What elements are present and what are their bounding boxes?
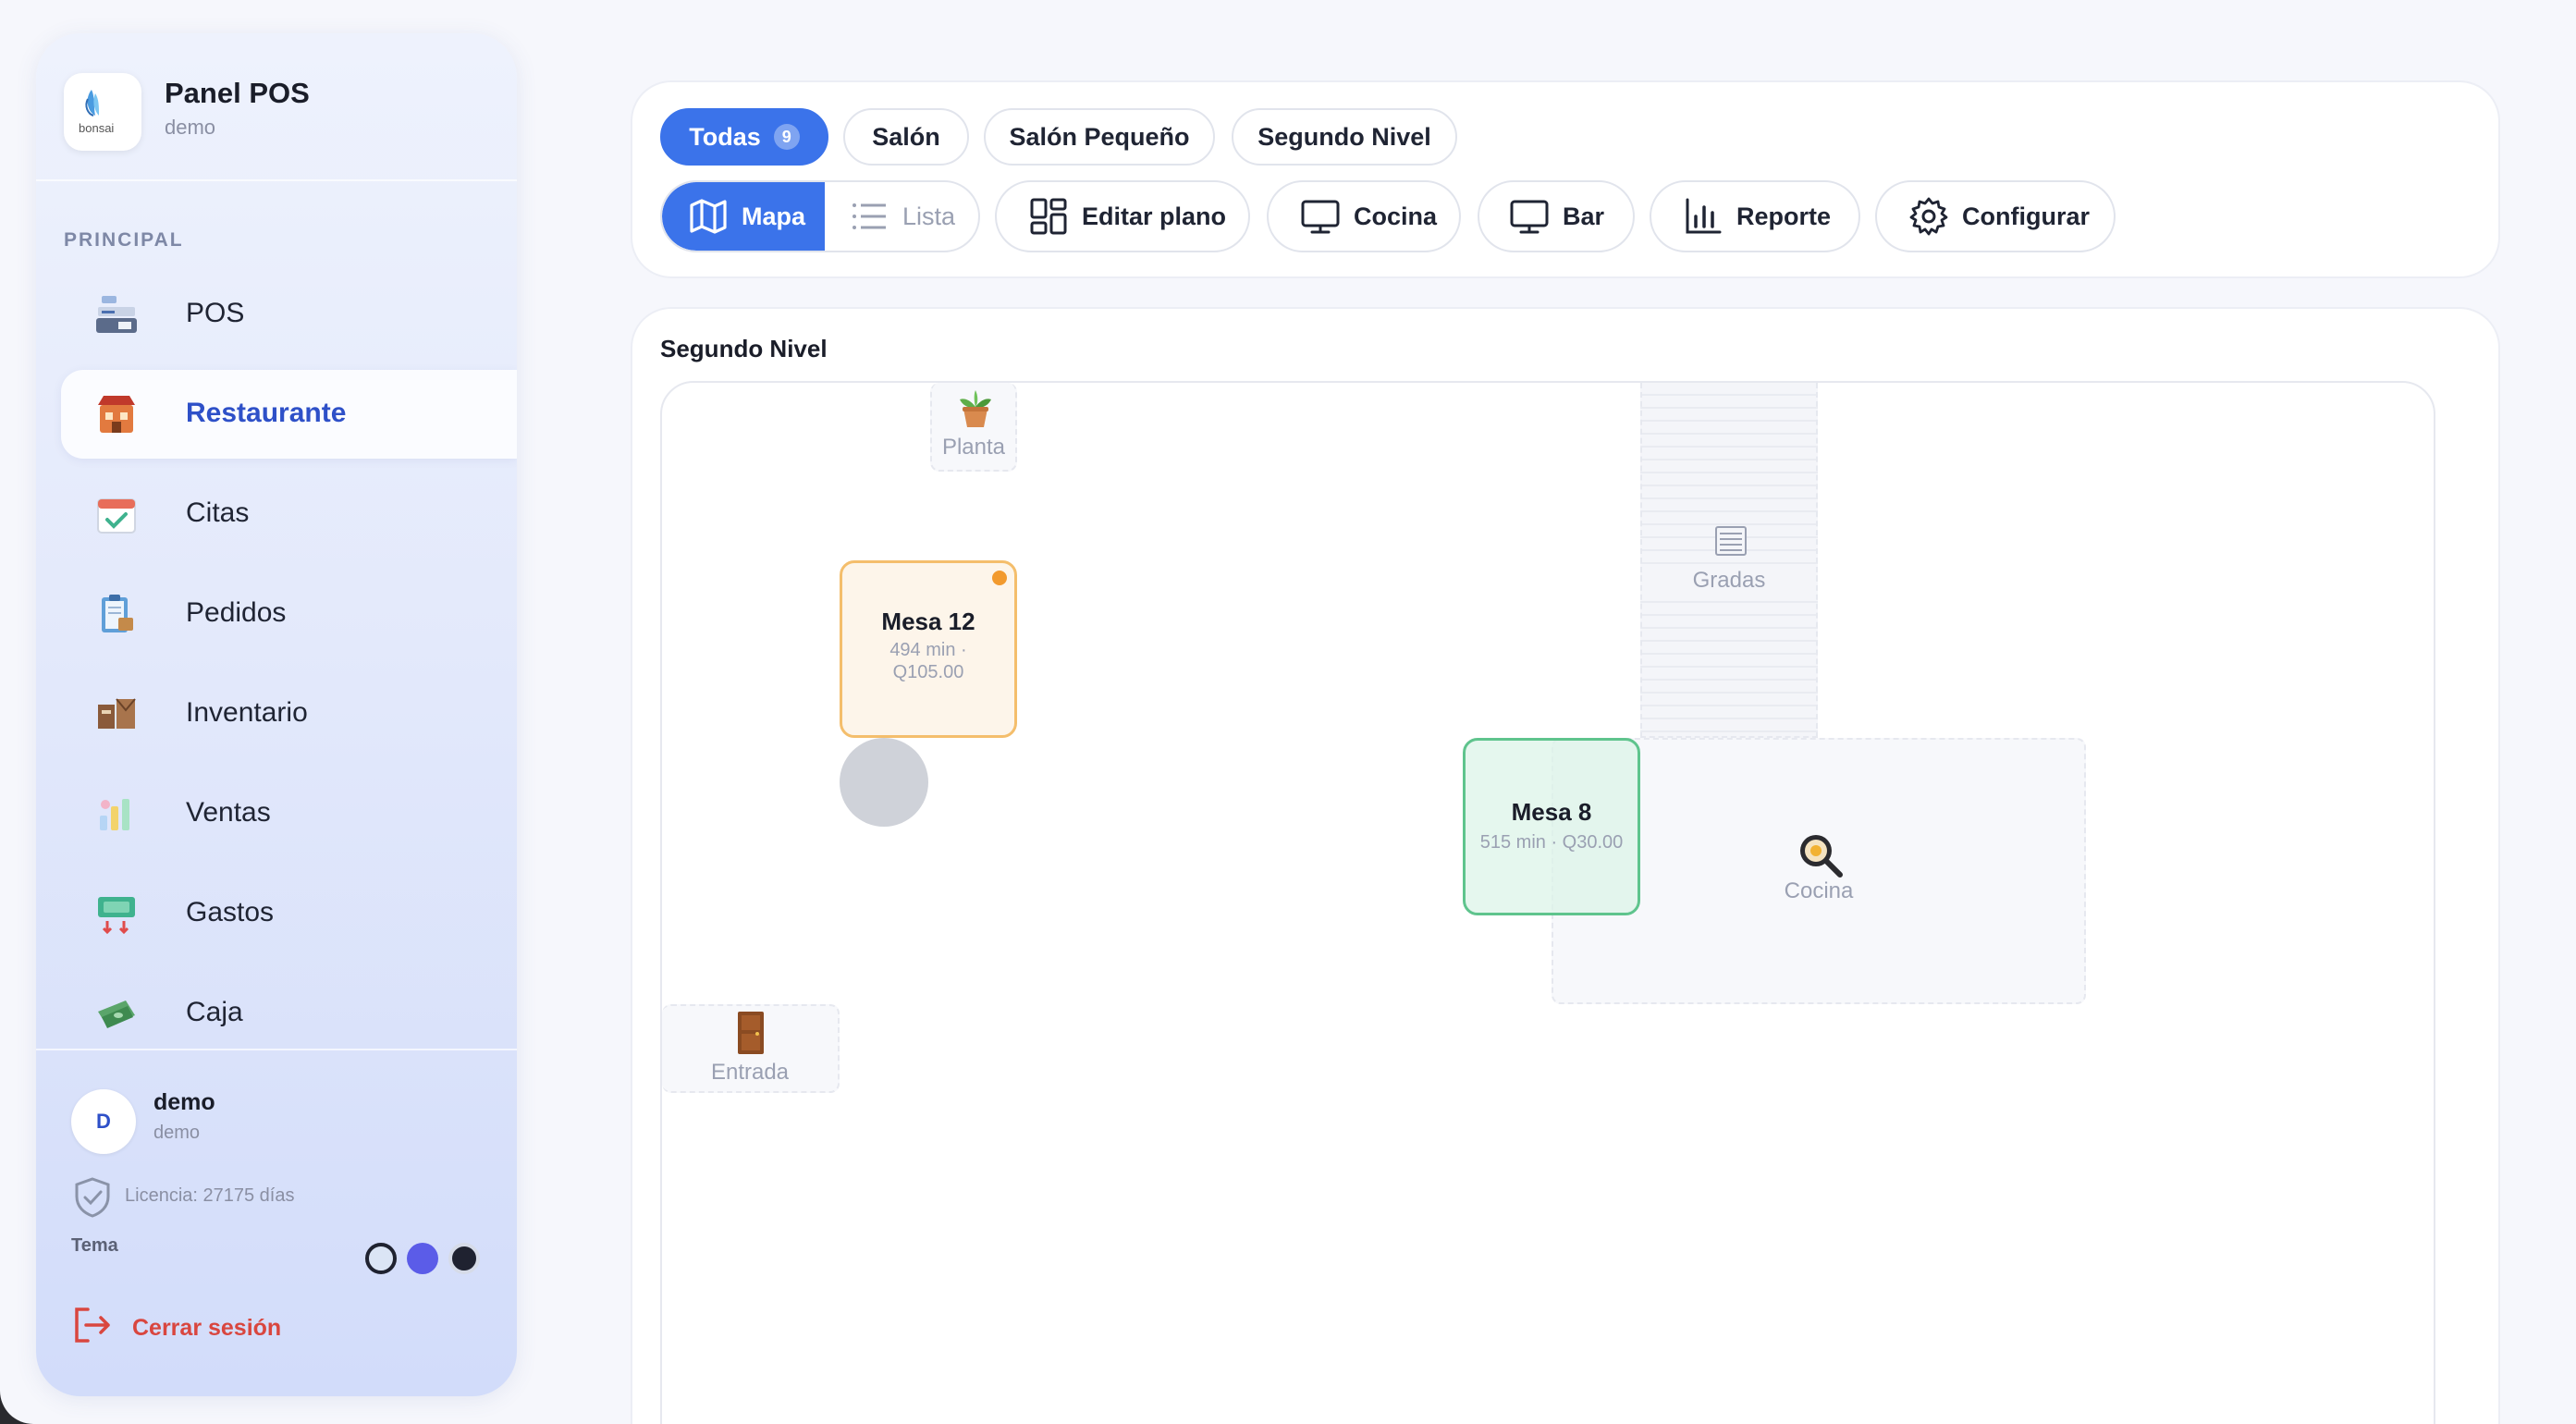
table-name: Mesa 12 bbox=[881, 608, 975, 635]
sidebar-item-ventas[interactable]: Ventas bbox=[61, 769, 517, 858]
monitor-icon bbox=[1510, 200, 1549, 234]
table-mesa-8[interactable]: Mesa 8 515 min · Q30.00 bbox=[1463, 738, 1640, 915]
sidebar-footer: D demo demo Licencia: 27175 días Tema Ce… bbox=[36, 1049, 517, 1396]
door-icon bbox=[738, 1012, 764, 1054]
user-name: demo bbox=[153, 1089, 215, 1115]
table-mesa-12[interactable]: Mesa 12 494 min · Q105.00 bbox=[840, 560, 1017, 738]
status-dot bbox=[992, 571, 1007, 585]
inventory-boxes-icon bbox=[98, 698, 136, 729]
theme-swatch-indigo[interactable] bbox=[407, 1243, 438, 1274]
calendar-check-icon bbox=[97, 498, 136, 534]
sidebar-item-caja[interactable]: Caja bbox=[61, 969, 517, 1058]
logout-label[interactable]: Cerrar sesión bbox=[132, 1315, 281, 1342]
filter-tab-salon[interactable]: Salón bbox=[843, 108, 969, 166]
view-map-button[interactable]: Mapa bbox=[662, 182, 825, 251]
frying-pan-icon bbox=[1800, 835, 1843, 878]
kitchen-label: Cocina bbox=[1354, 202, 1438, 230]
view-list-button[interactable]: Lista bbox=[825, 182, 978, 251]
map-icon bbox=[690, 199, 727, 234]
filter-tab-label: Todas bbox=[689, 122, 761, 151]
sidebar-item-label: Inventario bbox=[186, 697, 308, 728]
sales-chart-icon bbox=[100, 799, 129, 830]
settings-label: Configurar bbox=[1962, 202, 2090, 230]
decor-entrance: Entrada bbox=[662, 1004, 840, 1093]
bar-button[interactable]: Bar bbox=[1478, 180, 1635, 252]
table-name: Mesa 8 bbox=[1511, 798, 1592, 826]
theme-swatch-dark[interactable] bbox=[448, 1243, 480, 1274]
report-label: Reporte bbox=[1736, 202, 1832, 230]
logout-button[interactable] bbox=[71, 1304, 114, 1346]
cash-icon bbox=[98, 1000, 135, 1028]
license-text: Licencia: 27175 días bbox=[125, 1185, 295, 1206]
kitchen-button[interactable]: Cocina bbox=[1267, 180, 1461, 252]
brand-logo: bonsai bbox=[64, 73, 141, 151]
logout-icon bbox=[75, 1307, 110, 1343]
filter-tab-segundo-nivel[interactable]: Segundo Nivel bbox=[1232, 108, 1457, 166]
decor-label: Entrada bbox=[710, 1060, 790, 1085]
report-button[interactable]: Reporte bbox=[1650, 180, 1860, 252]
sidebar-item-label: Pedidos bbox=[186, 597, 287, 628]
sidebar-item-label: Restaurante bbox=[186, 398, 347, 428]
decor-label: Gradas bbox=[1642, 568, 1816, 594]
filter-tab-label: Salón bbox=[872, 122, 940, 151]
theme-swatch-light[interactable] bbox=[365, 1243, 397, 1274]
sidebar-item-citas[interactable]: Citas bbox=[61, 470, 517, 559]
avatar[interactable]: D bbox=[71, 1089, 136, 1154]
filter-tab-label: Salón Pequeño bbox=[1009, 122, 1190, 151]
brand-subtitle: demo bbox=[165, 116, 216, 139]
filter-tab-salon-pequeno[interactable]: Salón Pequeño bbox=[984, 108, 1215, 166]
view-map-label: Mapa bbox=[742, 202, 806, 230]
sidebar-item-label: POS bbox=[186, 298, 245, 328]
sidebar-item-label: Gastos bbox=[186, 897, 275, 927]
sidebar-item-inventario[interactable]: Inventario bbox=[61, 669, 517, 758]
user-role: demo bbox=[153, 1123, 201, 1143]
brand-title: Panel POS bbox=[165, 77, 310, 109]
decor-label: Planta bbox=[941, 435, 1006, 460]
settings-button[interactable]: Configurar bbox=[1875, 180, 2116, 252]
toolbar-card: Todas 9 Salón Salón Pequeño Segundo Nive… bbox=[631, 80, 2500, 278]
count-badge: 9 bbox=[773, 124, 800, 150]
view-toggle: Mapa Lista bbox=[660, 180, 980, 252]
gear-icon bbox=[1909, 197, 1948, 236]
decor-plant: Planta bbox=[930, 383, 1017, 472]
shield-check-icon bbox=[75, 1177, 110, 1218]
layout-grid-icon bbox=[1030, 198, 1067, 235]
edit-plan-button[interactable]: Editar plano bbox=[995, 180, 1250, 252]
sidebar-item-gastos[interactable]: Gastos bbox=[61, 869, 517, 958]
bar-chart-icon bbox=[1686, 198, 1722, 234]
nav-section-label: PRINCIPAL bbox=[64, 229, 184, 251]
stairs-icon bbox=[1715, 526, 1747, 556]
view-list-label: Lista bbox=[902, 202, 956, 230]
clipboard-orders-icon bbox=[102, 595, 133, 632]
table-meta: 494 min · Q105.00 bbox=[889, 640, 967, 682]
sidebar-item-restaurante[interactable]: Restaurante bbox=[61, 370, 517, 459]
list-icon bbox=[853, 203, 886, 229]
round-table[interactable] bbox=[840, 738, 928, 827]
edit-plan-label: Editar plano bbox=[1082, 202, 1227, 230]
filter-tab-todas[interactable]: Todas 9 bbox=[660, 108, 828, 166]
sidebar: bonsai Panel POS demo PRINCIPAL POS Rest… bbox=[36, 33, 517, 1396]
filter-tab-label: Segundo Nivel bbox=[1257, 122, 1431, 151]
floor-map-card: Segundo Nivel Planta Gradas Cocina Entra… bbox=[631, 307, 2500, 1424]
svg-text:bonsai: bonsai bbox=[79, 121, 114, 135]
sidebar-item-pedidos[interactable]: Pedidos bbox=[61, 570, 517, 658]
monitor-icon bbox=[1301, 200, 1340, 234]
pos-register-icon bbox=[96, 296, 137, 333]
floor-canvas: Planta Gradas Cocina Entrada Mesa 12 494… bbox=[660, 381, 2435, 1424]
sidebar-item-label: Citas bbox=[186, 497, 250, 528]
sidebar-item-pos[interactable]: POS bbox=[61, 270, 517, 359]
bonsai-logo-icon: bonsai bbox=[79, 90, 114, 135]
sidebar-header: bonsai Panel POS demo bbox=[36, 33, 517, 181]
expenses-icon bbox=[98, 897, 135, 935]
sidebar-item-label: Ventas bbox=[186, 797, 271, 828]
sidebar-item-label: Caja bbox=[186, 997, 243, 1027]
potted-plant-icon bbox=[960, 390, 991, 427]
decor-stairs: Gradas bbox=[1640, 383, 1818, 738]
restaurant-icon bbox=[98, 396, 135, 433]
floor-title: Segundo Nivel bbox=[660, 335, 828, 362]
theme-label: Tema bbox=[71, 1235, 118, 1256]
app-window: bonsai Panel POS demo PRINCIPAL POS Rest… bbox=[0, 0, 2576, 1424]
table-meta: 515 min · Q30.00 bbox=[1479, 832, 1624, 853]
bar-label: Bar bbox=[1563, 202, 1605, 230]
